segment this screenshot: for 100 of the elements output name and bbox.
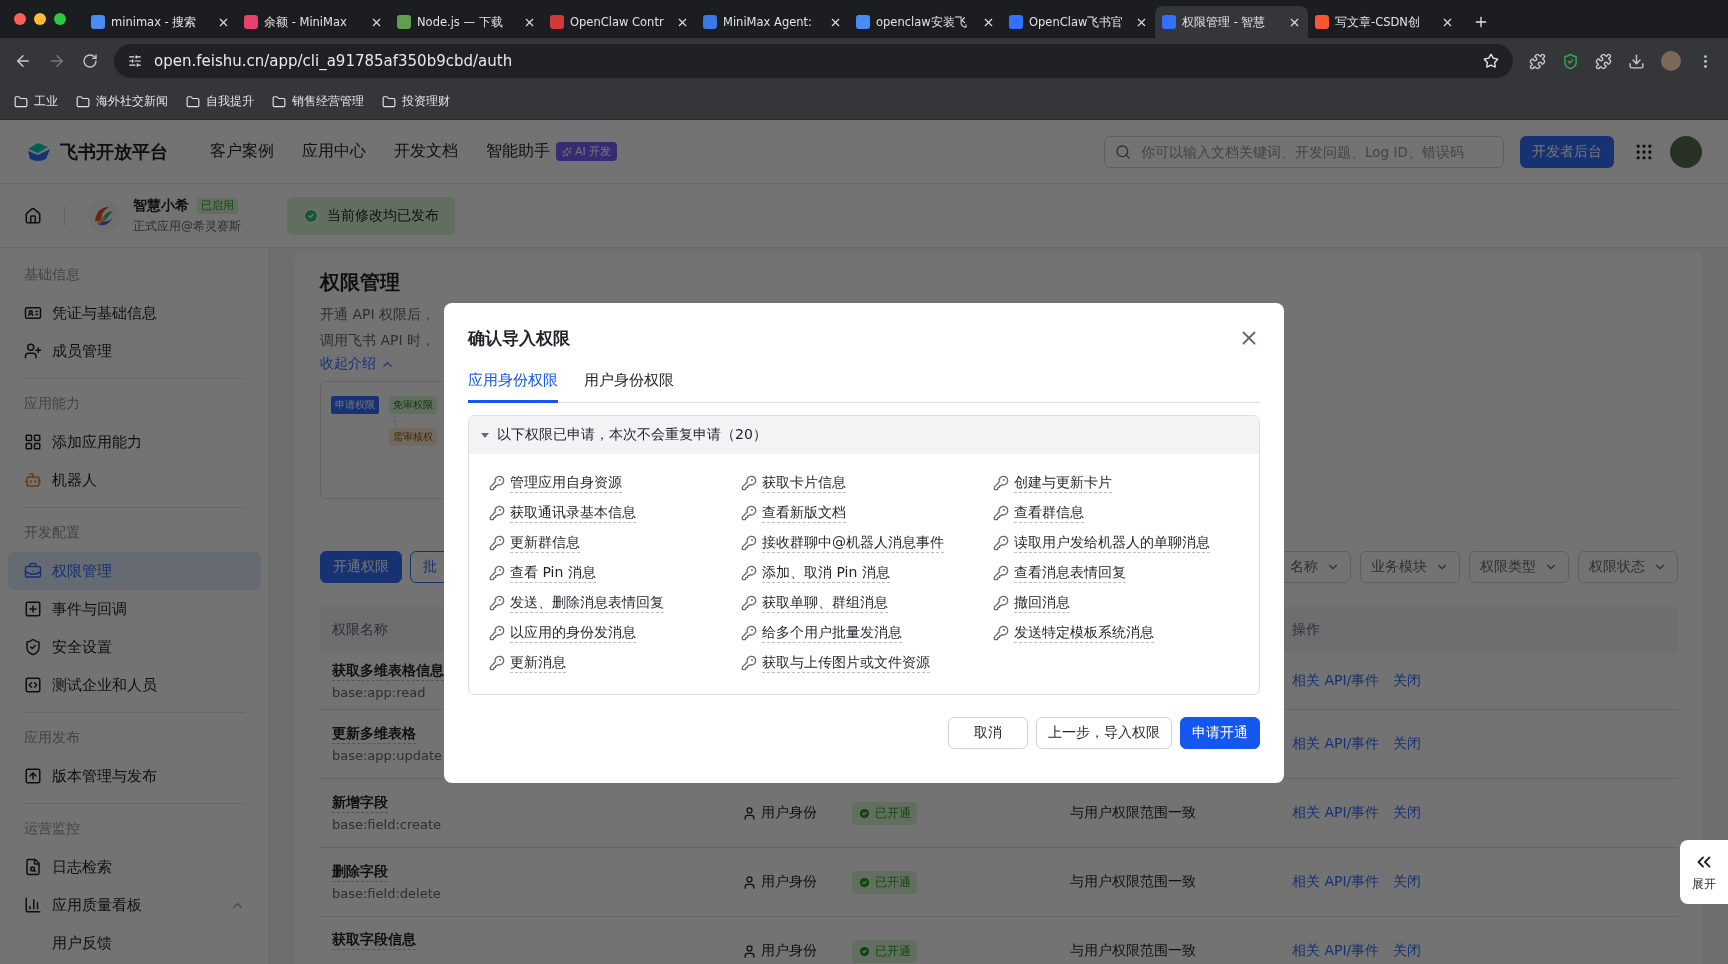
- permission-item: 查看 Pin 消息: [510, 563, 596, 583]
- sidebar-item[interactable]: 安全设置: [8, 628, 261, 666]
- extensions-icon[interactable]: [1595, 52, 1612, 70]
- nav-link[interactable]: 智能助手: [486, 141, 550, 162]
- square-plus-icon: [24, 600, 42, 618]
- nav-link[interactable]: 客户案例: [210, 141, 274, 162]
- bookmark-star-icon[interactable]: [1483, 53, 1499, 69]
- sidebar-subitem[interactable]: 用户反馈: [8, 924, 261, 962]
- address-bar[interactable]: open.feishu.cn/app/cli_a91785af350b9cbd/auth: [114, 44, 1513, 78]
- sidebar-item[interactable]: 事件与回调: [8, 590, 261, 628]
- dialog-button[interactable]: 上一步，导入权限: [1036, 717, 1172, 749]
- user-icon: [742, 943, 757, 959]
- identity-text: 用户身份: [761, 873, 817, 891]
- action-link[interactable]: 关闭: [1393, 672, 1422, 690]
- permission-item: 获取与上传图片或文件资源: [762, 653, 930, 673]
- close-window-icon[interactable]: [14, 13, 26, 25]
- browser-tab[interactable]: Node.js — 下载: [390, 6, 543, 38]
- browser-tab[interactable]: minimax - 搜索: [84, 6, 237, 38]
- permission-item: 查看新版文档: [762, 503, 846, 523]
- sidebar-item[interactable]: 版本管理与发布: [8, 757, 261, 795]
- action-link[interactable]: 相关 API/事件: [1292, 735, 1380, 753]
- dialog-button[interactable]: 取消: [948, 717, 1028, 749]
- key-icon: [741, 655, 757, 671]
- action-link[interactable]: 关闭: [1393, 804, 1422, 822]
- expand-button[interactable]: 展开: [1680, 840, 1728, 904]
- nav-link[interactable]: 开发文档: [394, 141, 458, 162]
- check-icon: [303, 207, 319, 224]
- browser-tab[interactable]: openclaw安装飞: [849, 6, 1002, 38]
- dialog-tab[interactable]: 用户身份权限: [584, 371, 674, 403]
- permission-item: 创建与更新卡片: [1014, 473, 1112, 493]
- action-link[interactable]: 相关 API/事件: [1292, 942, 1380, 960]
- key-icon: [993, 625, 1009, 641]
- bookmark[interactable]: 工业: [14, 93, 58, 110]
- group-header[interactable]: 以下权限已申请，本次不会重复申请（20）: [469, 416, 1259, 454]
- filter-dropdown[interactable]: 权限状态: [1578, 551, 1678, 583]
- browser-tab[interactable]: 余额 - MiniMax: [237, 6, 390, 38]
- filter-dropdown[interactable]: 权限类型: [1469, 551, 1569, 583]
- browser-tab[interactable]: 写文章-CSDN创: [1308, 6, 1461, 38]
- range-cell-text: 与用户权限范围一致: [1070, 942, 1197, 960]
- filter-dropdown[interactable]: 业务模块: [1360, 551, 1460, 583]
- collapse-intro-link[interactable]: 收起介绍: [320, 355, 395, 373]
- home-icon[interactable]: [24, 206, 42, 225]
- app-subtitle: 正式应用@希灵赛斯: [133, 217, 241, 235]
- minimize-window-icon[interactable]: [34, 13, 46, 25]
- download-icon[interactable]: [1628, 52, 1645, 70]
- logo-text[interactable]: 飞书开放平台: [60, 139, 168, 164]
- browser-tab[interactable]: 权限管理 - 智慧: [1155, 6, 1308, 38]
- dialog-tab[interactable]: 应用身份权限: [468, 371, 558, 403]
- permission-item: 查看消息表情回复: [1014, 563, 1126, 583]
- sidebar-item[interactable]: 日志检索: [8, 848, 261, 886]
- action-link[interactable]: 相关 API/事件: [1292, 804, 1380, 822]
- permission-name: 获取字段信息: [332, 931, 416, 950]
- status-text: 已开通: [875, 873, 911, 891]
- key-icon: [741, 595, 757, 611]
- action-link[interactable]: 关闭: [1393, 942, 1422, 960]
- bookmark[interactable]: 投资理财: [382, 93, 450, 110]
- extension-icon[interactable]: [1529, 52, 1546, 70]
- site-settings-icon[interactable]: [128, 54, 142, 68]
- dialog-button[interactable]: 申请开通: [1180, 717, 1260, 749]
- reload-icon[interactable]: [82, 53, 98, 69]
- sidebar-item[interactable]: 凭证与基础信息: [8, 294, 261, 332]
- user-avatar[interactable]: [1670, 135, 1702, 168]
- notice-text: 当前修改均已发布: [327, 206, 439, 225]
- sidebar-item[interactable]: 权限管理: [8, 552, 261, 590]
- sidebar-item[interactable]: 应用质量看板: [8, 886, 261, 924]
- browser-tab[interactable]: MiniMax Agent:: [696, 6, 849, 38]
- bookmark[interactable]: 自我提升: [186, 93, 254, 110]
- shield-icon[interactable]: [1562, 52, 1579, 70]
- back-icon[interactable]: [14, 52, 32, 70]
- grid-icon: [24, 433, 42, 451]
- sidebar-item[interactable]: 添加应用能力: [8, 423, 261, 461]
- permission-item: 获取单聊、群组消息: [762, 593, 888, 613]
- action-button[interactable]: 开通权限: [320, 551, 402, 583]
- site-icon: [91, 15, 105, 29]
- action-link[interactable]: 关闭: [1393, 735, 1422, 753]
- user-icon: [742, 805, 757, 821]
- sidebar-item[interactable]: 成员管理: [8, 332, 261, 370]
- action-link[interactable]: 相关 API/事件: [1292, 873, 1380, 891]
- browser-tab[interactable]: OpenClaw Contr: [543, 6, 696, 38]
- status-text: 已开通: [875, 942, 911, 960]
- site-icon: [244, 15, 258, 29]
- new-tab-icon[interactable]: [1473, 14, 1489, 30]
- browser-tab[interactable]: OpenClaw飞书官: [1002, 6, 1155, 38]
- user-icon: [742, 874, 757, 890]
- permission-scope: base:field:create: [332, 817, 442, 832]
- bookmark[interactable]: 销售经营管理: [272, 93, 364, 110]
- action-link[interactable]: 相关 API/事件: [1292, 672, 1380, 690]
- nav-link[interactable]: 应用中心: [302, 141, 366, 162]
- column-header: 操作: [1292, 621, 1320, 639]
- sidebar-item[interactable]: 机器人: [8, 461, 261, 499]
- bookmark[interactable]: 海外社交新闻: [76, 93, 168, 110]
- shield-icon: [24, 638, 42, 656]
- maximize-window-icon[interactable]: [54, 13, 66, 25]
- sidebar-item[interactable]: 测试企业和人员: [8, 666, 261, 704]
- page-title: 权限管理: [320, 269, 401, 296]
- permission-item: 更新群信息: [510, 533, 580, 553]
- permission-item: 接收群聊中@机器人消息事件: [762, 533, 944, 553]
- action-link[interactable]: 关闭: [1393, 873, 1422, 891]
- developer-console-button[interactable]: 开发者后台: [1520, 135, 1614, 168]
- forward-icon[interactable]: [48, 52, 66, 70]
